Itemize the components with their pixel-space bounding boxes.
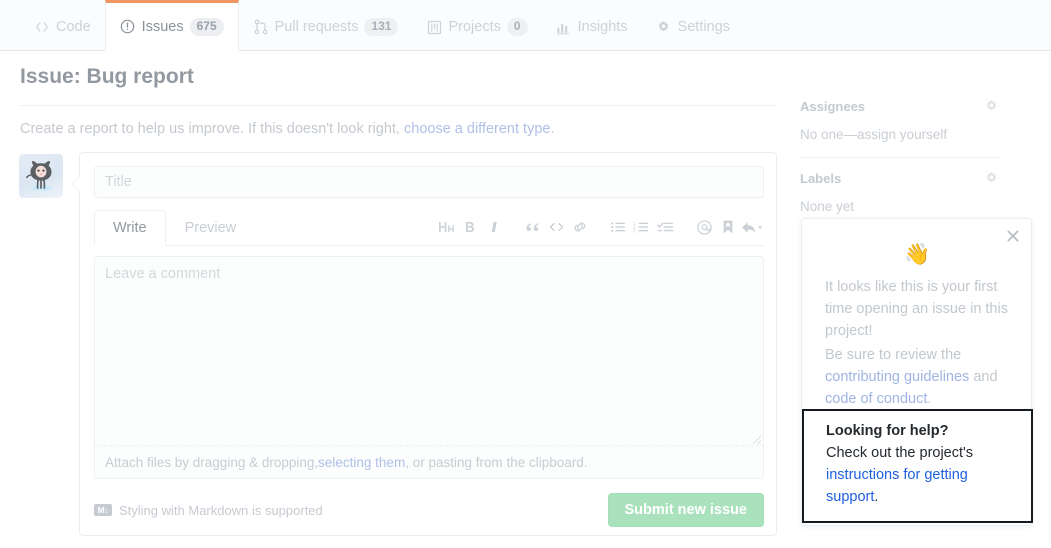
help-callout-text: Check out the project's instructions for… <box>826 442 1009 508</box>
code-of-conduct-link[interactable]: code of conduct <box>825 391 927 407</box>
repo-nav-tab-settings[interactable]: Settings <box>642 0 744 51</box>
page-description-text: Create a report to help us improve. If t… <box>20 121 404 137</box>
tab-write-label: Write <box>113 220 147 236</box>
gear-icon <box>656 19 672 35</box>
popover-paragraph-1: It looks like this is your first time op… <box>825 279 1008 339</box>
markdown-support-label: Styling with Markdown is supported <box>119 502 323 518</box>
popover-para2-prefix: Be sure to review the <box>825 347 962 363</box>
tab-preview[interactable]: Preview <box>166 210 256 246</box>
popover-paragraph-2: Be sure to review the contributing guide… <box>825 344 1017 410</box>
submit-new-issue-button[interactable]: Submit new issue <box>607 493 764 527</box>
task-list-icon[interactable] <box>654 214 678 240</box>
graph-icon <box>556 19 572 35</box>
repo-nav-tablist: Code Issues 675 Pull requests 131 Projec… <box>20 0 744 51</box>
heading-icon[interactable] <box>434 214 458 240</box>
assignees-value: No one—assign yourself <box>800 127 948 142</box>
markdown-support-note[interactable]: M↓ Styling with Markdown is supported <box>94 503 323 518</box>
repo-nav-tab-insights[interactable]: Insights <box>542 0 642 51</box>
bold-icon[interactable] <box>458 214 482 240</box>
page-description: Create a report to help us improve. If t… <box>20 119 777 139</box>
popover-para2-suffix: . <box>927 391 932 407</box>
labels-value: None yet <box>800 199 855 214</box>
issue-opened-icon <box>120 19 136 35</box>
repo-nav-tab-pull-requests[interactable]: Pull requests 131 <box>239 0 413 51</box>
help-text-suffix: . <box>874 489 879 505</box>
projects-count-badge: 0 <box>506 18 528 36</box>
textarea-resize-handle[interactable] <box>748 431 762 445</box>
gear-icon[interactable] <box>984 99 1000 115</box>
mention-icon[interactable] <box>692 214 716 240</box>
markdown-toolbar: 123 <box>434 210 764 244</box>
octocat-avatar <box>26 161 55 191</box>
link-icon[interactable] <box>568 214 592 240</box>
code-icon <box>34 19 50 35</box>
sidebar-divider <box>800 157 1000 158</box>
editor-tablist: Write Preview <box>94 210 255 246</box>
sidebar-section-assignees: Assignees No one—assign yourself <box>800 98 1000 144</box>
repo-nav: Code Issues 675 Pull requests 131 Projec… <box>0 0 1051 51</box>
project-icon <box>426 19 442 35</box>
tab-write[interactable]: Write <box>94 210 166 246</box>
attach-files-bar[interactable]: Attach files by dragging & dropping, sel… <box>94 446 764 479</box>
issue-sidebar: Assignees No one—assign yourself Labels … <box>800 98 1000 216</box>
pull-requests-count-badge: 131 <box>364 18 399 36</box>
labels-title: Labels <box>800 171 842 186</box>
assignees-title: Assignees <box>800 99 866 114</box>
markdown-icon: M↓ <box>94 504 112 516</box>
repo-nav-tab-label: Pull requests <box>274 19 359 35</box>
labels-header: Labels <box>800 170 1000 188</box>
quote-icon[interactable] <box>520 214 544 240</box>
repo-nav-tab-issues[interactable]: Issues 675 <box>104 0 239 51</box>
new-issue-form: Write Preview <box>71 152 777 536</box>
issues-count-badge: 675 <box>189 17 224 36</box>
help-callout: Looking for help? Check out the project'… <box>802 409 1033 523</box>
issue-title-input[interactable] <box>94 166 764 198</box>
help-callout-title: Looking for help? <box>826 423 949 439</box>
sidebar-section-labels: Labels None yet <box>800 170 1000 216</box>
repo-nav-tab-code[interactable]: Code <box>20 0 105 51</box>
tab-preview-label: Preview <box>184 220 237 236</box>
form-caret-inner <box>72 176 80 192</box>
italic-icon[interactable] <box>482 214 506 240</box>
attach-text-prefix: Attach files by dragging & dropping, <box>105 454 319 470</box>
repo-nav-tab-projects[interactable]: Projects 0 <box>412 0 541 51</box>
attach-text-suffix: , or pasting from the clipboard. <box>405 454 588 470</box>
selecting-them-link[interactable]: selecting them <box>318 455 405 470</box>
popover-para2-middle: and <box>969 369 998 385</box>
getting-support-link[interactable]: instructions for getting support <box>826 467 968 505</box>
divider <box>20 105 777 106</box>
issue-comment-textarea[interactable] <box>94 256 764 446</box>
wave-emoji: 👋 <box>904 243 931 266</box>
repo-nav-tab-label: Issues <box>141 18 184 35</box>
avatar <box>19 154 63 198</box>
reply-icon[interactable] <box>740 214 764 240</box>
saved-reply-icon[interactable] <box>716 214 740 240</box>
first-issue-popover: 👋 It looks like this is your first time … <box>801 218 1033 526</box>
git-pull-request-icon <box>253 19 269 35</box>
repo-nav-tab-label: Projects <box>448 19 501 35</box>
code-icon[interactable] <box>544 214 568 240</box>
choose-different-type-link[interactable]: choose a different type <box>404 121 550 137</box>
editor-header: Write Preview 1 2 3 <box>94 210 764 246</box>
contributing-guidelines-link[interactable]: contributing guidelines <box>825 369 969 385</box>
ordered-list-icon[interactable]: 123 <box>630 214 654 240</box>
svg-text:3: 3 <box>633 229 636 234</box>
form-footer: M↓ Styling with Markdown is supported Su… <box>94 493 764 527</box>
repo-nav-tab-label: Settings <box>677 19 730 35</box>
unordered-list-icon[interactable] <box>606 214 630 240</box>
repo-nav-tab-label: Insights <box>577 19 628 35</box>
help-text-prefix: Check out the project's <box>826 445 974 461</box>
page-title: Issue: Bug report <box>20 65 194 88</box>
assignees-header: Assignees <box>800 98 1000 116</box>
page-description-suffix: . <box>550 121 555 137</box>
repo-nav-tab-label: Code <box>56 19 91 35</box>
gear-icon[interactable] <box>984 171 1000 187</box>
page-head: Issue: Bug report Create a report to hel… <box>20 63 777 139</box>
